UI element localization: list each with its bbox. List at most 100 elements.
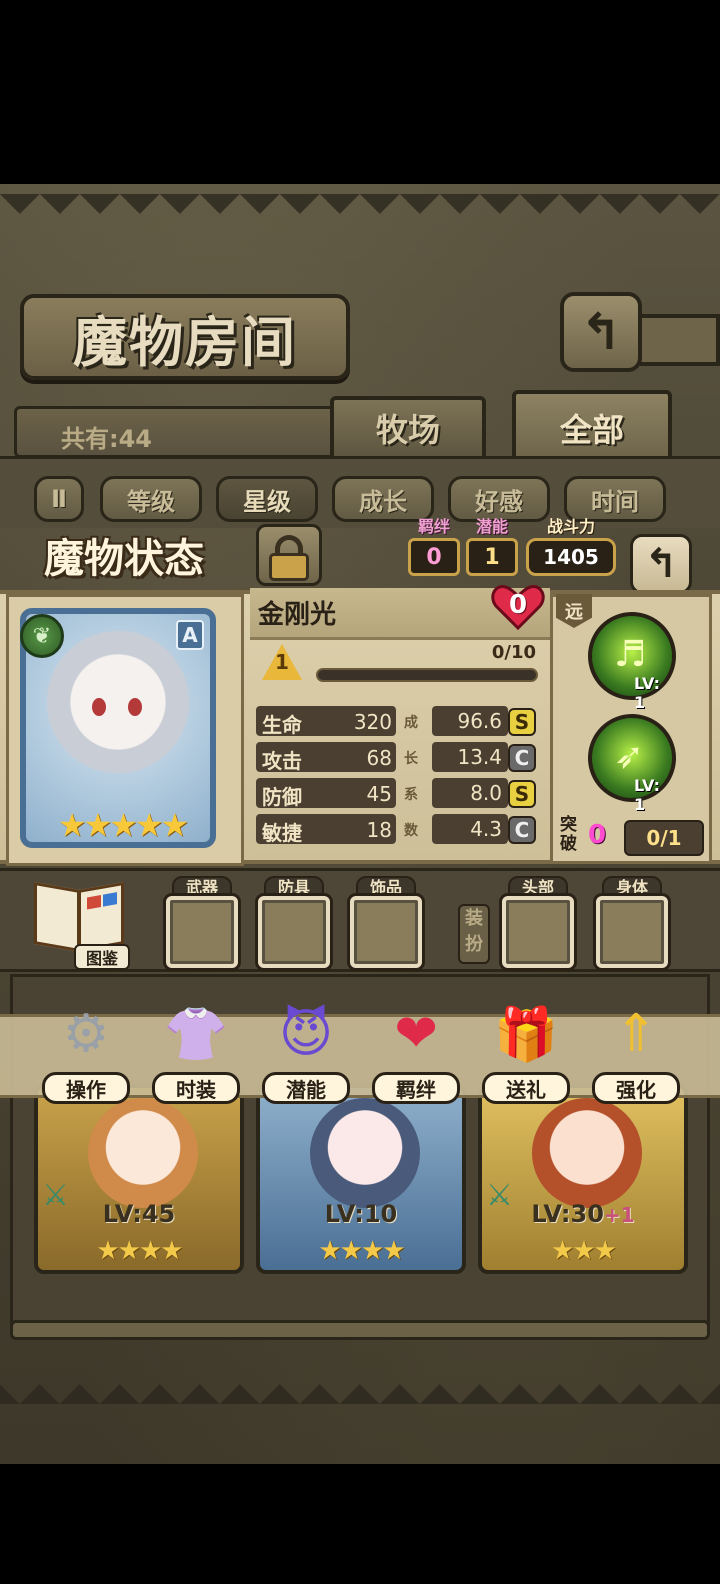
gift-icon: 🎁 xyxy=(493,1004,559,1065)
grid-bottom-edge xyxy=(10,1320,710,1340)
status-title: 魔物状态 xyxy=(44,535,204,582)
harp-skill-icon: ♬ xyxy=(614,634,647,675)
hearts-icon: ❤ xyxy=(394,1004,438,1064)
dress-up-label: 装扮 xyxy=(458,904,490,964)
rank-badge: A xyxy=(176,620,204,650)
torn-edge-top xyxy=(0,194,720,234)
sort-level[interactable]: 等级 xyxy=(100,476,202,522)
growth-coefficient-label: 系 xyxy=(404,787,418,803)
leaf-element-icon: ❦ xyxy=(20,614,64,658)
grade-badge: S xyxy=(508,708,536,736)
monster-stars: ★★★★ xyxy=(96,1236,183,1266)
gear-icon: ⚙ xyxy=(62,1004,110,1064)
sort-stars[interactable]: 星级 xyxy=(216,476,318,522)
growth-value: 8.0 xyxy=(432,778,508,808)
outfit-icon: 👚 xyxy=(163,1004,229,1065)
tab-ranch[interactable]: 牧场 xyxy=(330,396,486,460)
sort-order-toggle[interactable]: Ⅱ xyxy=(34,476,84,522)
grade-badge: C xyxy=(508,816,536,844)
equip-slot-weapon[interactable] xyxy=(166,896,238,968)
torn-edge-bottom xyxy=(0,1364,720,1404)
skill-level: LV: 1 xyxy=(634,776,661,814)
affection-value: 0 xyxy=(508,590,528,620)
action-operate[interactable]: ⚙ 操作 xyxy=(38,996,134,1106)
monster-name: 金刚光 xyxy=(258,600,337,630)
breakthrough: 突破 0 0/1 xyxy=(552,816,710,862)
equip-slot-accessory[interactable] xyxy=(350,896,422,968)
level-badge: 1 xyxy=(262,644,302,680)
exp-bar xyxy=(316,668,538,682)
monster-card[interactable]: ⚔ LV:30+1 ★★★ xyxy=(478,1084,688,1274)
action-gift[interactable]: 🎁 送礼 xyxy=(478,996,574,1106)
monster-card[interactable]: ⚔ LV:45 ★★★★ xyxy=(34,1084,244,1274)
breakthrough-label: 突破 xyxy=(560,815,577,854)
stat-row-attack: 攻击 68 13.4 C xyxy=(256,742,538,774)
stat-row-defense: 防御 45 8.0 S xyxy=(256,778,538,810)
action-bond[interactable]: ❤ 羁绊 xyxy=(368,996,464,1106)
sort-time[interactable]: 时间 xyxy=(564,476,666,522)
triple-arrow-skill-icon: ➶ xyxy=(614,736,645,777)
affection-heart: 0 xyxy=(490,584,546,631)
stat-row-hp: 生命 320 96.6 S xyxy=(256,706,538,738)
monster-level: LV:30+1 xyxy=(531,1200,635,1228)
growth-value: 96.6 xyxy=(432,706,508,736)
growth-coefficient-label: 长 xyxy=(404,751,418,767)
breakthrough-progress: 0/1 xyxy=(624,820,704,856)
character-art xyxy=(40,630,196,790)
breakthrough-count: 0 xyxy=(588,820,607,850)
stat-value: 68 xyxy=(366,746,392,770)
stat-value: 18 xyxy=(366,818,392,842)
action-potential[interactable]: 😈 潜能 xyxy=(258,996,354,1106)
growth-value: 13.4 xyxy=(432,742,508,772)
lock-button[interactable] xyxy=(256,524,322,586)
action-fashion[interactable]: 👚 时装 xyxy=(148,996,244,1106)
equip-slot-body[interactable] xyxy=(596,896,668,968)
book-icon-page xyxy=(78,881,124,953)
encyclopedia-label: 图鉴 xyxy=(74,944,130,970)
character-eye xyxy=(128,698,142,716)
stat-value: 45 xyxy=(366,782,392,806)
tab-all[interactable]: 全部 xyxy=(512,390,672,466)
stat-value: 320 xyxy=(353,710,392,734)
monster-level: LV:45 xyxy=(102,1200,176,1228)
stat-row-agility: 敏捷 18 4.3 C xyxy=(256,814,538,846)
game-screen: 魔物房间 ↰ 共有:44 牧场 全部 Ⅱ 等级 星级 成长 好感 时间 ⚔ LV… xyxy=(0,184,720,1464)
growth-value: 4.3 xyxy=(432,814,508,844)
growth-coefficient-label: 成 xyxy=(404,715,418,731)
monster-portrait xyxy=(310,1098,420,1208)
sort-affection[interactable]: 好感 xyxy=(448,476,550,522)
book-icon xyxy=(34,881,80,953)
skill-level: LV: 1 xyxy=(634,674,661,712)
potential-stat: 潜能 1 xyxy=(466,518,518,576)
back-button-extension xyxy=(640,314,720,366)
bond-stat: 羁绊 0 xyxy=(408,518,460,576)
monster-stars: ★★★★ xyxy=(318,1236,405,1266)
monster-portrait xyxy=(532,1098,642,1208)
monster-count: 共有:44 xyxy=(14,406,354,458)
room-back-button[interactable]: ↰ xyxy=(560,292,642,372)
action-enhance[interactable]: ⇑ 强化 xyxy=(588,996,684,1106)
equip-slot-head[interactable] xyxy=(502,896,574,968)
monster-portrait xyxy=(88,1098,198,1208)
grade-badge: C xyxy=(508,744,536,772)
growth-coefficient-label: 数 xyxy=(404,823,418,839)
sort-growth[interactable]: 成长 xyxy=(332,476,434,522)
monster-level: LV:10 xyxy=(324,1200,398,1228)
lock-icon-body xyxy=(269,553,309,581)
upgrade-arrows-icon: ⇑ xyxy=(614,1004,658,1064)
combat-power: 战斗力 1405 xyxy=(526,518,616,576)
return-arrow-icon: ↰ xyxy=(580,303,622,361)
equip-slot-armor[interactable] xyxy=(258,896,330,968)
return-arrow-icon: ↰ xyxy=(644,541,678,587)
rarity-stars: ★★★★★ xyxy=(57,806,189,844)
skill-slot[interactable]: ♬ LV: 1 xyxy=(588,612,676,712)
monster-card[interactable]: LV:10 ★★★★ xyxy=(256,1084,466,1274)
skill-slot[interactable]: ➶ LV: 1 xyxy=(588,714,676,814)
character-eye xyxy=(92,698,106,716)
room-title-banner: 魔物房间 xyxy=(20,294,350,380)
grade-badge: S xyxy=(508,780,536,808)
status-back-button[interactable]: ↰ xyxy=(630,534,692,594)
monster-stars: ★★★ xyxy=(551,1236,617,1266)
exp-text: 0/10 xyxy=(491,642,536,663)
room-title: 魔物房间 xyxy=(73,309,297,374)
